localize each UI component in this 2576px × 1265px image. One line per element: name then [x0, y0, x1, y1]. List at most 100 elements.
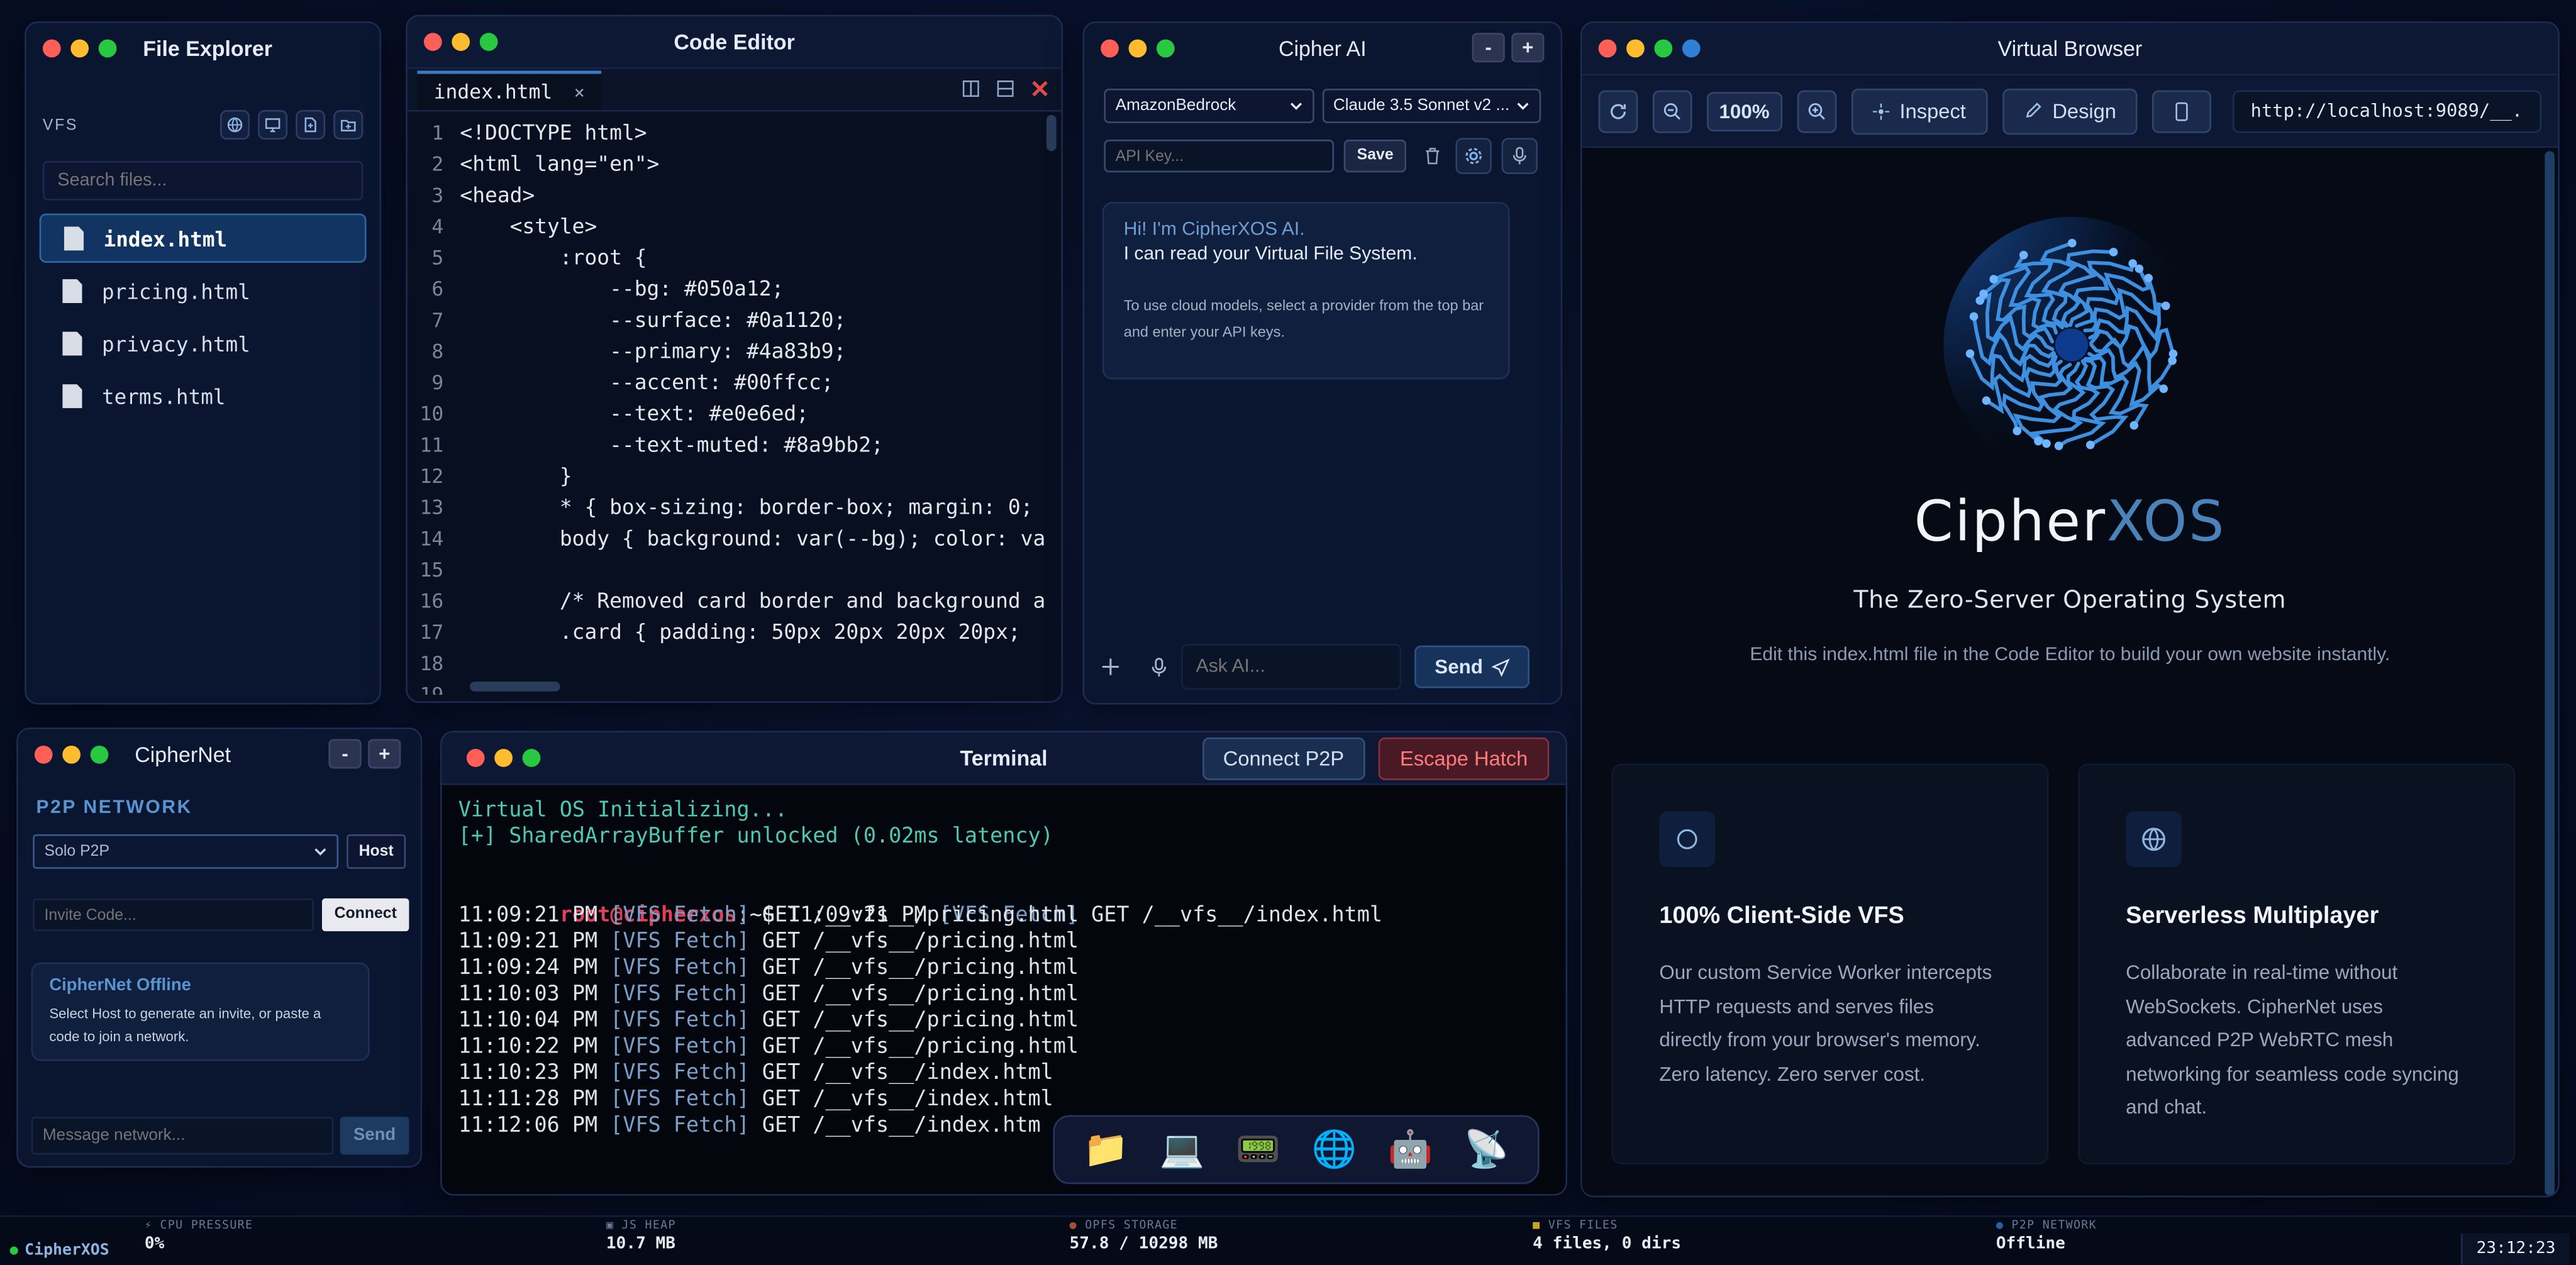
code-text: /* Removed card border and background a	[460, 588, 1046, 613]
p2p-label: ● P2P NETWORK	[1996, 1218, 2097, 1232]
close-dot-icon[interactable]	[466, 749, 485, 767]
split-vertical-icon[interactable]	[962, 80, 979, 97]
cpu-label-text: CPU PRESSURE	[160, 1218, 253, 1232]
maximize-dot-icon[interactable]	[522, 749, 541, 767]
dock-network-icon[interactable]: 📡	[1464, 1129, 1509, 1170]
vertical-scrollbar[interactable]	[2545, 151, 2555, 1196]
escape-hatch-button[interactable]: Escape Hatch	[1379, 736, 1550, 780]
shrink-button[interactable]: -	[328, 739, 362, 769]
grow-button[interactable]: +	[1511, 33, 1545, 63]
maximize-dot-icon[interactable]	[479, 33, 498, 51]
inspect-button[interactable]: Inspect	[1850, 87, 1989, 134]
settings-button[interactable]	[1455, 138, 1492, 174]
subtitle: Edit this index.html file in the Code Ed…	[1750, 645, 2390, 665]
file-name: privacy.html	[101, 331, 250, 356]
line-number: 9	[431, 371, 444, 394]
save-key-button[interactable]: Save	[1343, 140, 1407, 173]
code-line: 1 <!DOCTYPE html>	[408, 116, 1062, 148]
close-dot-icon[interactable]	[34, 744, 53, 763]
host-button[interactable]: Host	[347, 834, 406, 869]
device-toggle-button[interactable]	[2152, 89, 2211, 133]
add-attachment-icon[interactable]	[1101, 657, 1120, 677]
network-mode-select[interactable]: Solo P2P	[33, 834, 339, 869]
maximize-dot-icon[interactable]	[1654, 39, 1673, 58]
minimize-dot-icon[interactable]	[1128, 38, 1147, 57]
fullscreen-dot-icon[interactable]	[1682, 39, 1701, 58]
code-text: body { background: var(--bg); color: va	[460, 525, 1046, 551]
dock-code-editor-icon[interactable]: 💻	[1160, 1129, 1205, 1170]
file-item-pricing[interactable]: pricing.html	[40, 266, 367, 315]
dock-ai-icon[interactable]: 🤖	[1388, 1129, 1433, 1170]
minimize-dot-icon[interactable]	[70, 38, 89, 57]
dock-terminal-icon[interactable]: 📟	[1236, 1129, 1281, 1170]
brand-name: CipherXOS	[25, 1241, 109, 1260]
dock-files-icon[interactable]: 📁	[1084, 1129, 1129, 1170]
zoom-out-button[interactable]	[1652, 89, 1692, 133]
maximize-dot-icon[interactable]	[98, 38, 117, 57]
trash-icon[interactable]	[1423, 146, 1443, 165]
minimize-dot-icon[interactable]	[452, 33, 470, 51]
new-folder-icon[interactable]	[333, 110, 364, 140]
code-line: 8 --primary: #4a83b9;	[408, 335, 1062, 367]
code-line: 10 --text: #e0e6ed;	[408, 397, 1062, 429]
browser-viewport[interactable]: CipherXOS The Zero-Server Operating Syst…	[1582, 148, 2558, 1196]
browser-titlebar[interactable]: Virtual Browser	[1582, 23, 2558, 76]
invite-code-input[interactable]	[33, 898, 314, 932]
ask-ai-input[interactable]	[1181, 643, 1402, 690]
close-dot-icon[interactable]	[42, 38, 61, 57]
design-button[interactable]: Design	[2003, 87, 2138, 134]
file-item-terms[interactable]: terms.html	[40, 371, 367, 420]
ciphernet-titlebar[interactable]: CipherNet - +	[18, 729, 421, 779]
close-dot-icon[interactable]	[423, 33, 442, 51]
code-line: 4 <style>	[408, 210, 1062, 241]
log-time: 11:11:28 PM	[458, 1087, 611, 1112]
cipher-ai-titlebar[interactable]: Cipher AI - +	[1084, 23, 1561, 72]
code-line: 18	[408, 647, 1062, 678]
microphone-icon[interactable]	[1150, 656, 1169, 678]
minimize-dot-icon[interactable]	[62, 744, 80, 763]
api-key-input[interactable]	[1104, 140, 1335, 173]
zoom-in-button[interactable]	[1796, 89, 1836, 133]
grow-button[interactable]: +	[368, 739, 401, 769]
provider-select[interactable]: AmazonBedrock	[1104, 89, 1314, 123]
horizontal-scrollbar[interactable]	[470, 682, 560, 692]
tab-index-html[interactable]: index.html ×	[417, 70, 602, 111]
code-area[interactable]: 1 <!DOCTYPE html> 2 <html lang="en"> 3 <head>…	[408, 112, 1062, 695]
connect-button[interactable]: Connect	[321, 898, 409, 932]
dock-browser-icon[interactable]: 🌐	[1312, 1129, 1357, 1170]
file-explorer-titlebar[interactable]: File Explorer	[26, 23, 380, 72]
new-file-icon[interactable]	[296, 110, 326, 140]
file-item-index[interactable]: index.html	[39, 213, 367, 263]
line-number: 19	[408, 680, 444, 695]
url-bar[interactable]: http://localhost:9089/__...	[2232, 89, 2542, 133]
connect-p2p-button[interactable]: Connect P2P	[1201, 736, 1366, 780]
ai-send-button[interactable]: Send	[1414, 645, 1530, 688]
tab-close-icon[interactable]: ×	[574, 81, 585, 102]
globe-icon[interactable]	[220, 110, 250, 140]
split-horizontal-icon[interactable]	[997, 80, 1014, 97]
maximize-dot-icon[interactable]	[90, 744, 109, 763]
shrink-button[interactable]: -	[1472, 33, 1505, 63]
reload-button[interactable]	[1598, 89, 1638, 133]
network-message-input[interactable]	[31, 1117, 334, 1155]
file-item-privacy[interactable]: privacy.html	[40, 319, 367, 368]
file-search-input[interactable]	[42, 160, 364, 201]
monitor-icon[interactable]	[258, 110, 288, 140]
close-dot-icon[interactable]	[1598, 39, 1617, 58]
dock: 📁 💻 📟 🌐 🤖 📡	[1053, 1115, 1540, 1185]
code-editor-titlebar[interactable]: Code Editor	[407, 16, 1062, 69]
zoom-level[interactable]: 100%	[1706, 91, 1782, 131]
minimize-dot-icon[interactable]	[1626, 39, 1645, 58]
terminal-titlebar[interactable]: Terminal Connect P2P Escape Hatch	[441, 732, 1566, 785]
close-dot-icon[interactable]	[1101, 38, 1119, 57]
feature-card: 100% Client-Side VFS Our custom Service …	[1611, 763, 2049, 1165]
maximize-dot-icon[interactable]	[1156, 38, 1175, 57]
vertical-scrollbar[interactable]	[1046, 114, 1057, 152]
network-send-button[interactable]: Send	[340, 1117, 409, 1155]
mic-settings-button[interactable]	[1502, 138, 1538, 174]
model-select[interactable]: Claude 3.5 Sonnet v2 ...	[1321, 89, 1541, 123]
terminal-output[interactable]: Virtual OS Initializing... [+] SharedArr…	[442, 785, 1566, 1140]
network-mode-value: Solo P2P	[44, 842, 110, 861]
minimize-dot-icon[interactable]	[494, 749, 513, 767]
close-editor-icon[interactable]	[1031, 80, 1048, 97]
